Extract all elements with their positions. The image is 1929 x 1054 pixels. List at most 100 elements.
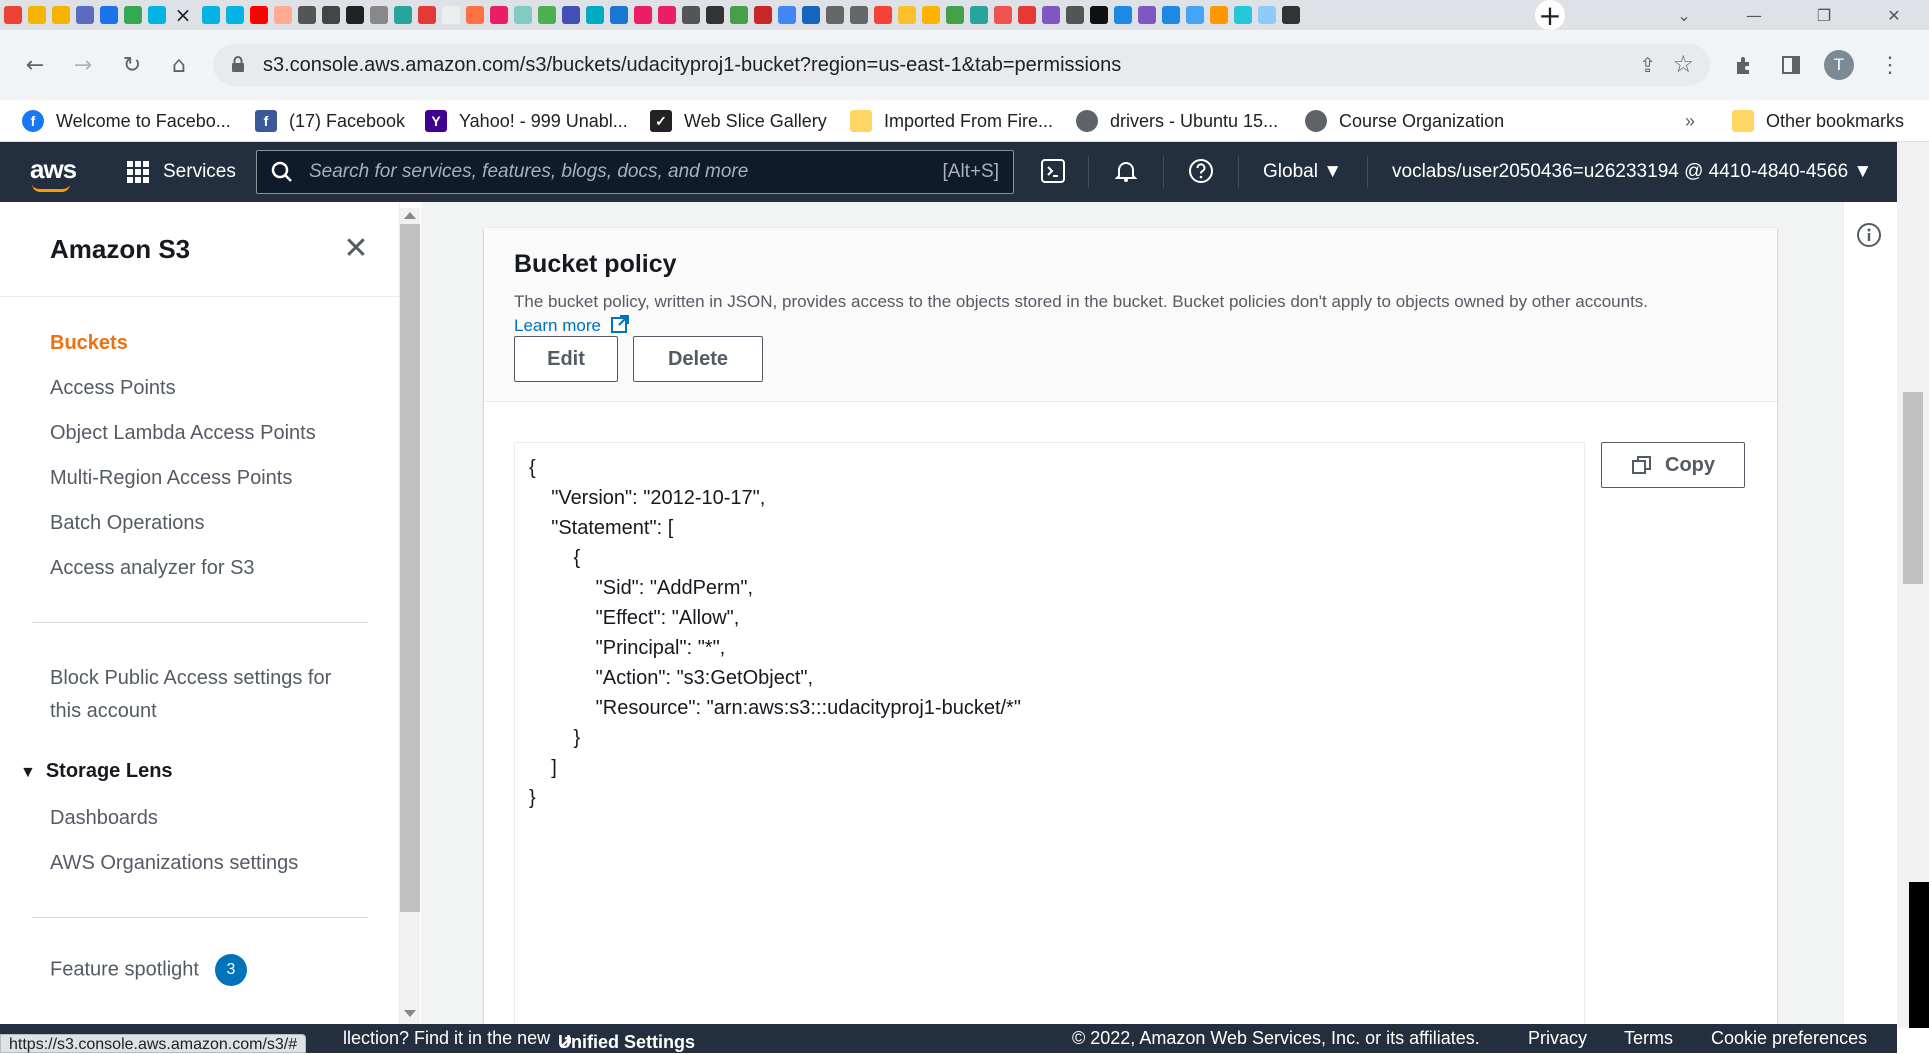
- tab-favicon[interactable]: [274, 6, 292, 24]
- tab-favicon[interactable]: [1258, 6, 1276, 24]
- back-icon[interactable]: ←: [20, 50, 50, 80]
- menu-kebab-icon[interactable]: ⋮: [1877, 52, 1903, 78]
- restore-icon[interactable]: ❐: [1789, 0, 1859, 30]
- tab-favicon[interactable]: [874, 6, 892, 24]
- tab-favicon[interactable]: [226, 6, 244, 24]
- privacy-link[interactable]: Privacy: [1528, 1028, 1587, 1049]
- tab-favicon[interactable]: [922, 6, 940, 24]
- bookmark-item[interactable]: Y Yahoo! - 999 Unabl...: [425, 100, 628, 142]
- tab-favicon[interactable]: [562, 6, 580, 24]
- tab-favicon[interactable]: [1210, 6, 1228, 24]
- tab-favicon[interactable]: [1066, 6, 1084, 24]
- tab-favicon[interactable]: [1090, 6, 1108, 24]
- info-icon[interactable]: [1856, 222, 1882, 248]
- terms-link[interactable]: Terms: [1624, 1028, 1673, 1049]
- tab-favicon[interactable]: [1282, 6, 1300, 24]
- tab-favicon[interactable]: [1018, 6, 1036, 24]
- tab-favicon[interactable]: [994, 6, 1012, 24]
- sidebar-item-multi-region[interactable]: Multi-Region Access Points: [50, 467, 292, 490]
- scrollbar-thumb[interactable]: [400, 224, 420, 912]
- bookmark-item[interactable]: Imported From Fire...: [850, 100, 1053, 142]
- tab-favicon[interactable]: [1114, 6, 1132, 24]
- forward-icon[interactable]: →: [68, 50, 98, 80]
- tab-favicon[interactable]: [682, 6, 700, 24]
- tab-favicon[interactable]: [250, 6, 268, 24]
- other-bookmarks[interactable]: Other bookmarks: [1732, 100, 1904, 142]
- sidebar-item-batch-operations[interactable]: Batch Operations: [50, 512, 205, 535]
- tab-favicon[interactable]: [466, 6, 484, 24]
- bookmark-star-icon[interactable]: ☆: [1672, 50, 1694, 78]
- delete-button[interactable]: Delete: [633, 336, 763, 382]
- storage-lens-section[interactable]: ▼ Storage Lens: [20, 760, 173, 783]
- tab-favicon[interactable]: [754, 6, 772, 24]
- tab-favicon[interactable]: [1234, 6, 1252, 24]
- page-scrollbar[interactable]: [1897, 142, 1929, 1028]
- tab-favicon[interactable]: [28, 6, 46, 24]
- tab-favicon[interactable]: [52, 6, 70, 24]
- tab-favicon[interactable]: [706, 6, 724, 24]
- tab-favicon[interactable]: [418, 6, 436, 24]
- minimize-icon[interactable]: —: [1719, 0, 1789, 30]
- bookmark-item[interactable]: drivers - Ubuntu 15...: [1076, 100, 1278, 142]
- new-tab-button[interactable]: +: [1535, 0, 1565, 30]
- tab-favicon[interactable]: [730, 6, 748, 24]
- services-menu-button[interactable]: Services: [127, 142, 236, 202]
- tab-favicon[interactable]: [634, 6, 652, 24]
- tab-search-icon[interactable]: ⌄: [1649, 0, 1719, 30]
- sidebar-item-block-public-access[interactable]: Block Public Access settings for this ac…: [50, 662, 331, 728]
- tab-favicon[interactable]: [1138, 6, 1156, 24]
- bookmark-item[interactable]: f (17) Facebook: [255, 100, 405, 142]
- close-window-icon[interactable]: ✕: [1859, 0, 1929, 30]
- tab-favicon[interactable]: [76, 6, 94, 24]
- region-selector[interactable]: Global ▼: [1263, 142, 1342, 202]
- tab-favicon[interactable]: [802, 6, 820, 24]
- cookie-preferences-link[interactable]: Cookie preferences: [1711, 1028, 1867, 1049]
- tab-favicon[interactable]: [586, 6, 604, 24]
- sidebar-item-dashboards[interactable]: Dashboards: [50, 807, 158, 830]
- tab-favicon[interactable]: [370, 6, 388, 24]
- close-sidebar-icon[interactable]: ✕: [340, 231, 372, 266]
- bookmark-item[interactable]: f Welcome to Facebo...: [22, 100, 231, 142]
- bookmarks-overflow-button[interactable]: »: [1685, 100, 1695, 142]
- extensions-icon[interactable]: [1731, 52, 1757, 78]
- share-icon[interactable]: ⇪: [1639, 53, 1656, 78]
- tab-favicon[interactable]: [442, 6, 460, 24]
- reload-icon[interactable]: ↻: [117, 50, 147, 80]
- tab-favicon[interactable]: [1162, 6, 1180, 24]
- help-icon[interactable]: [1188, 158, 1214, 184]
- tab-favicon[interactable]: [124, 6, 142, 24]
- home-icon[interactable]: ⌂: [164, 50, 194, 80]
- sidebar-scrollbar[interactable]: [400, 208, 420, 1024]
- tab-favicon[interactable]: [658, 6, 676, 24]
- scrollbar-thumb[interactable]: [1903, 392, 1923, 584]
- copy-button[interactable]: Copy: [1601, 442, 1745, 488]
- side-panel-icon[interactable]: [1778, 52, 1804, 78]
- learn-more-link[interactable]: Learn more: [514, 315, 630, 335]
- tab-favicon[interactable]: [100, 6, 118, 24]
- tab-favicon[interactable]: [1042, 6, 1060, 24]
- tab-favicon[interactable]: [4, 6, 22, 24]
- sidebar-item-access-points[interactable]: Access Points: [50, 377, 176, 400]
- tab-favicon[interactable]: [346, 6, 364, 24]
- bookmark-item[interactable]: ✓ Web Slice Gallery: [650, 100, 827, 142]
- scroll-up-icon[interactable]: [404, 212, 416, 219]
- tab-favicon[interactable]: [538, 6, 556, 24]
- tab-favicon[interactable]: [1186, 6, 1204, 24]
- sidebar-item-buckets[interactable]: Buckets: [50, 332, 128, 355]
- close-tab-icon[interactable]: ×: [172, 3, 194, 27]
- tab-favicon[interactable]: [898, 6, 916, 24]
- tab-favicon[interactable]: [970, 6, 988, 24]
- sidebar-item-feature-spotlight[interactable]: Feature spotlight 3: [50, 954, 247, 986]
- tab-favicon[interactable]: [202, 6, 220, 24]
- sidebar-item-access-analyzer[interactable]: Access analyzer for S3: [50, 557, 255, 580]
- profile-avatar[interactable]: T: [1824, 50, 1854, 80]
- tab-favicon[interactable]: [298, 6, 316, 24]
- tab-favicon[interactable]: [778, 6, 796, 24]
- cloudshell-icon[interactable]: [1040, 158, 1066, 184]
- bookmark-item[interactable]: Course Organization: [1305, 100, 1504, 142]
- tab-favicon[interactable]: [148, 6, 166, 24]
- scroll-down-icon[interactable]: [404, 1010, 416, 1017]
- tab-favicon[interactable]: [610, 6, 628, 24]
- tab-favicon[interactable]: [946, 6, 964, 24]
- notifications-bell-icon[interactable]: [1113, 158, 1139, 184]
